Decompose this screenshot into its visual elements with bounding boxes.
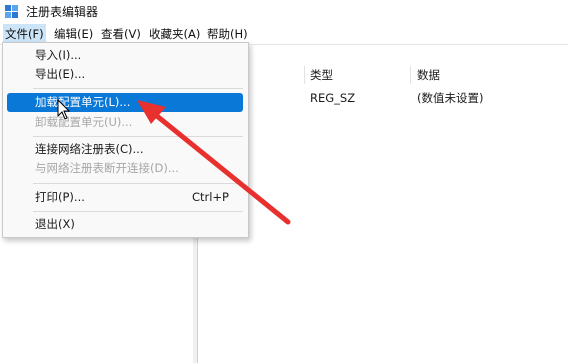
file-menu-dropdown: 导入(I)... 导出(E)... 加载配置单元(L)... 卸载配置单元(U)… — [2, 42, 249, 238]
values-pane[interactable]: 类型 数据 REG_SZ (数值未设置) — [198, 64, 568, 363]
menu-separator — [33, 183, 243, 184]
menu-item-unload-hive: 卸载配置单元(U)... — [7, 113, 243, 132]
menu-item-label: 导出(E)... — [35, 67, 86, 81]
value-data-cell[interactable]: (数值未设置) — [417, 89, 483, 107]
column-divider[interactable] — [304, 66, 305, 84]
menu-item-disconnect-network-registry: 与网络注册表断开连接(D)... — [7, 159, 243, 178]
column-header-type[interactable]: 类型 — [310, 64, 333, 86]
value-type-cell[interactable]: REG_SZ — [310, 89, 355, 107]
menu-item-connect-network-registry[interactable]: 连接网络注册表(C)... — [7, 140, 243, 159]
title-bar: 注册表编辑器 — [0, 0, 568, 24]
menu-view[interactable]: 查看(V) — [99, 24, 143, 44]
menu-item-load-hive[interactable]: 加载配置单元(L)... — [7, 93, 243, 112]
menu-item-label: 连接网络注册表(C)... — [35, 142, 144, 156]
menu-bar: 文件(F) 编辑(E) 查看(V) 收藏夹(A) 帮助(H) — [0, 24, 568, 44]
menu-help[interactable]: 帮助(H) — [205, 24, 250, 44]
menu-item-label: 打印(P)... — [35, 190, 85, 204]
menu-item-shortcut: Ctrl+P — [191, 190, 229, 204]
menu-separator — [33, 211, 243, 212]
menu-edit[interactable]: 编辑(E) — [52, 24, 95, 44]
menu-item-label: 加载配置单元(L)... — [35, 95, 131, 109]
menu-item-import[interactable]: 导入(I)... — [7, 46, 243, 65]
column-header-data[interactable]: 数据 — [417, 64, 440, 86]
menu-item-label: 导入(I)... — [35, 48, 82, 62]
menu-item-label: 与网络注册表断开连接(D)... — [35, 161, 179, 175]
menu-separator — [33, 88, 243, 89]
menu-item-label: 退出(X) — [35, 217, 75, 231]
menu-item-print[interactable]: 打印(P)... Ctrl+P — [7, 188, 243, 207]
column-divider[interactable] — [410, 66, 411, 84]
menu-file[interactable]: 文件(F) — [3, 24, 46, 44]
menu-item-export[interactable]: 导出(E)... — [7, 65, 243, 84]
menu-favorites[interactable]: 收藏夹(A) — [147, 24, 202, 44]
menu-item-exit[interactable]: 退出(X) — [7, 215, 243, 234]
window-title: 注册表编辑器 — [26, 5, 99, 19]
registry-editor-icon — [5, 5, 18, 18]
menu-separator — [33, 136, 243, 137]
menu-item-label: 卸载配置单元(U)... — [35, 115, 133, 129]
mouse-pointer-icon — [57, 99, 71, 120]
